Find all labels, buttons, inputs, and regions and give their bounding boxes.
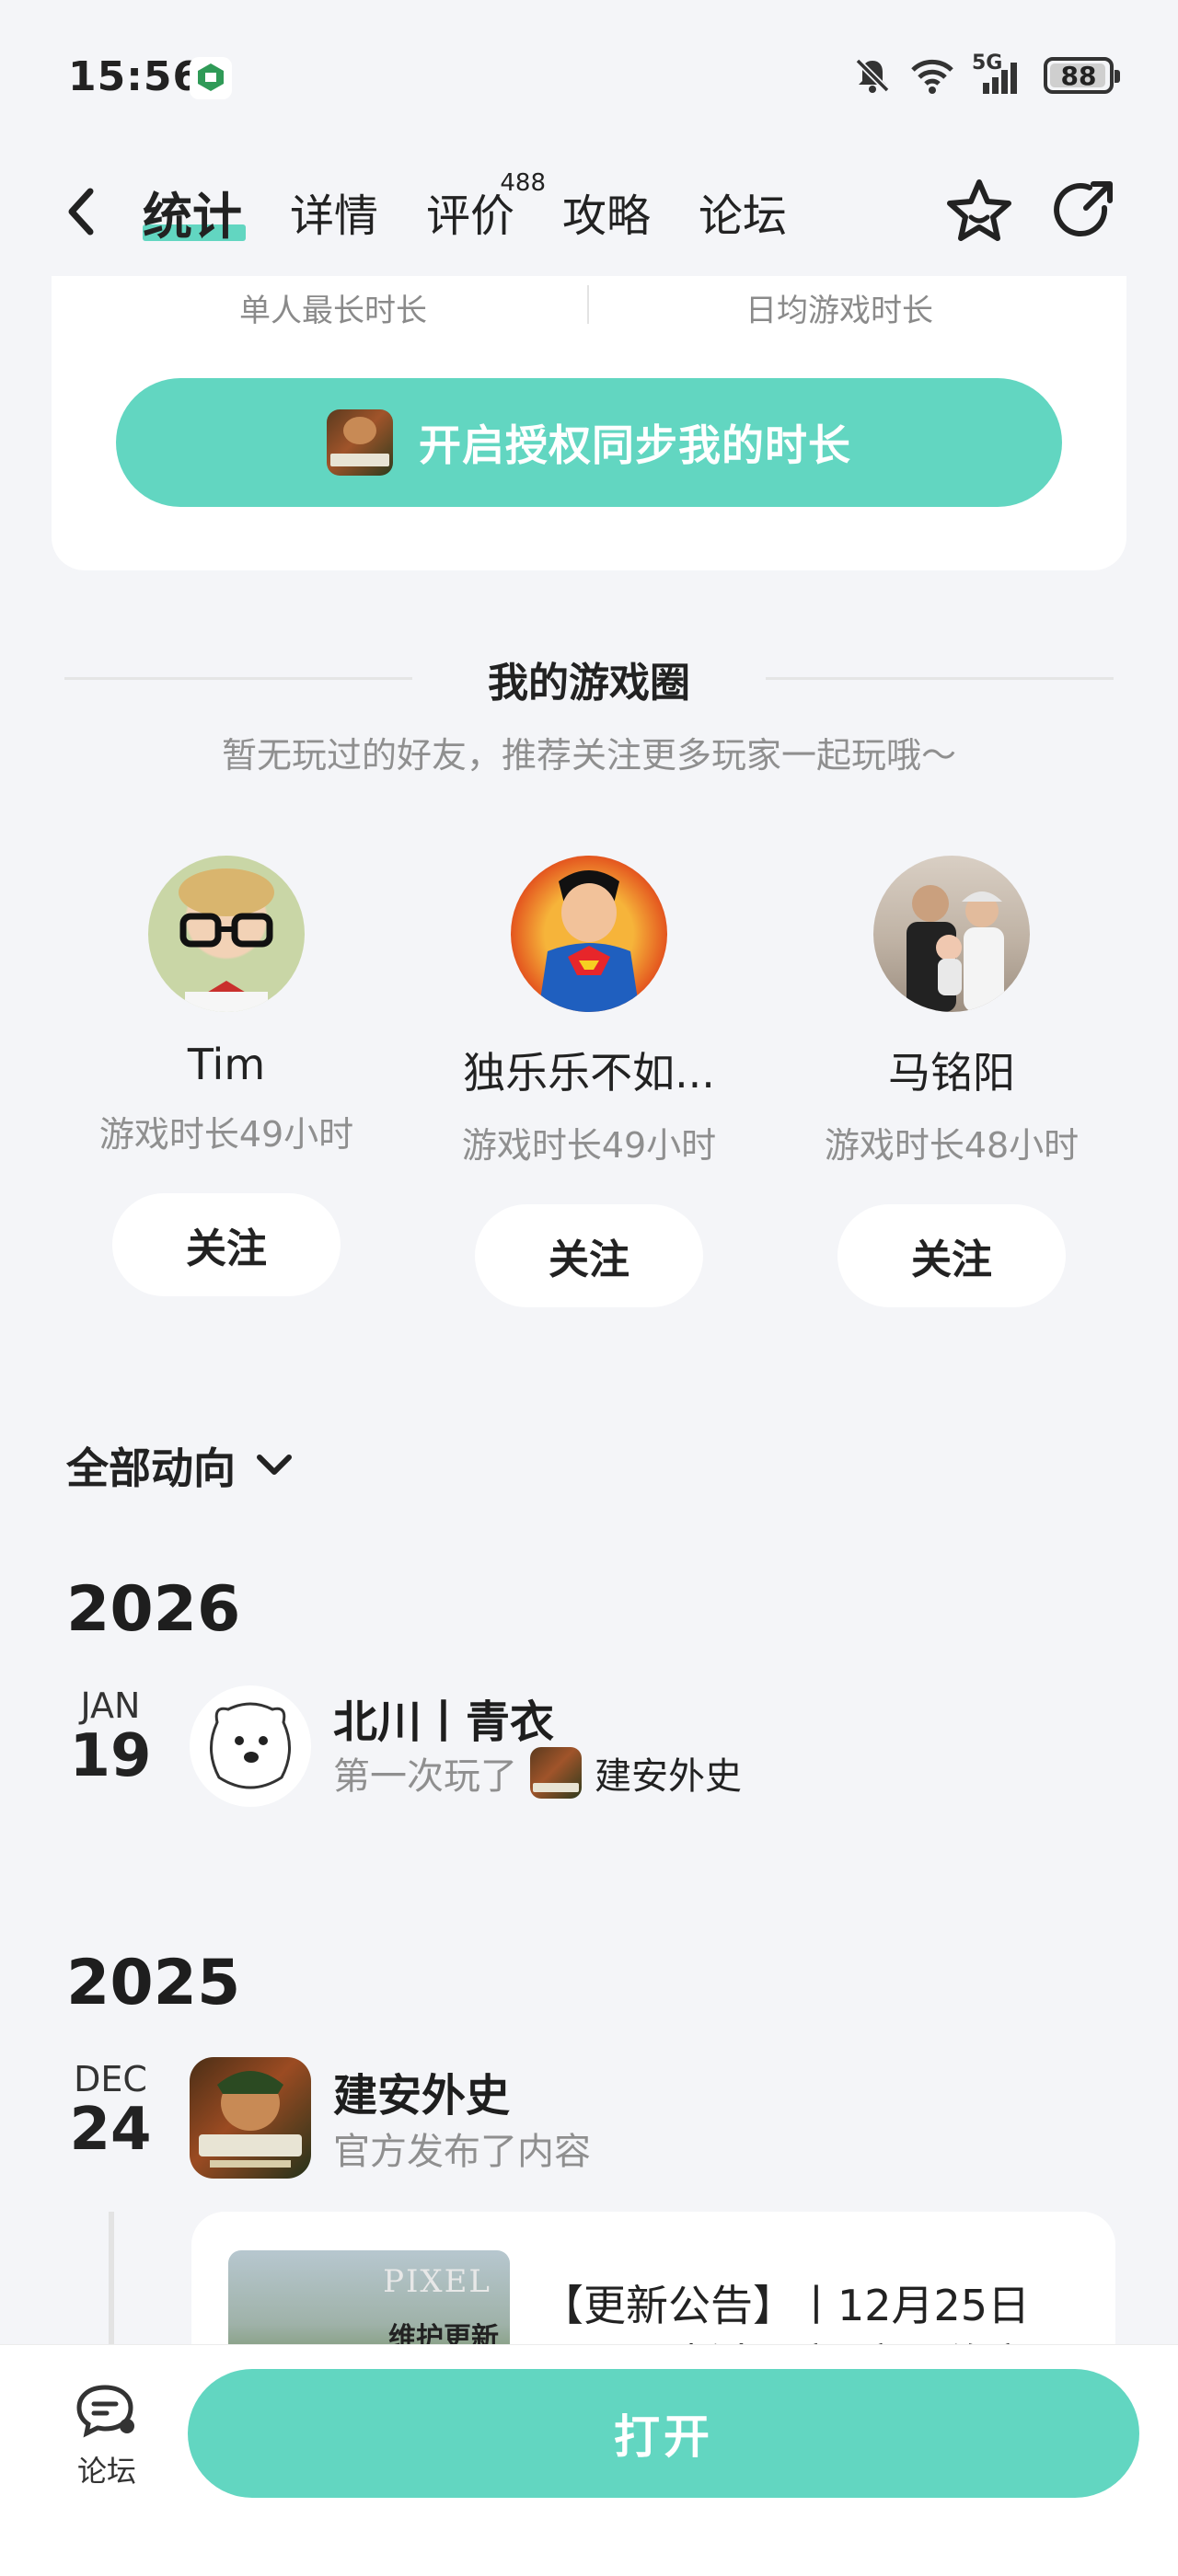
share-icon [1054, 181, 1113, 237]
friend-name: Tim [187, 1040, 266, 1089]
game-avatar[interactable] [190, 2057, 311, 2179]
friend-name: 独乐乐不如... [463, 1048, 715, 1098]
signal-icon: 5G [972, 52, 1027, 96]
post-image-brand: PIXEL [383, 2263, 491, 2300]
forum-chat-icon [76, 2385, 134, 2438]
feed-day: 24 [69, 2096, 152, 2164]
share-button[interactable] [1045, 175, 1119, 248]
feed-user-name[interactable]: 建安外史 [333, 2059, 510, 2123]
stat-divider [587, 285, 589, 324]
daily-average-label: 日均游戏时长 [745, 293, 933, 329]
year-heading: 2025 [66, 1947, 241, 2019]
tab-reviews[interactable]: 评价 488 [426, 169, 546, 248]
feed-user-name[interactable]: 北川丨青衣 [333, 1685, 554, 1750]
avatar[interactable] [148, 856, 305, 1012]
feed-filter-dropdown[interactable]: 全部动向 [66, 1435, 294, 1496]
year-heading: 2026 [66, 1573, 241, 1646]
avatar[interactable] [873, 856, 1030, 1012]
review-count-badge: 488 [500, 169, 547, 197]
tab-guides[interactable]: 攻略 [562, 175, 651, 248]
user-avatar[interactable] [190, 1685, 311, 1807]
status-icons: 5G 88 [852, 52, 1120, 96]
wifi-icon [911, 59, 953, 94]
avatar[interactable] [511, 856, 667, 1012]
feed-game-name[interactable]: 建安外史 [595, 1746, 742, 1800]
chevron-down-icon [257, 1455, 292, 1475]
feed-date: DEC 24 [55, 2059, 166, 2164]
status-time: 15:56 [68, 53, 202, 100]
star-icon [947, 179, 1011, 241]
feed-filter-label: 全部动向 [66, 1443, 236, 1493]
top-navigation: 统计 详情 评价 488 攻略 论坛 [0, 156, 1178, 285]
follow-button[interactable]: 关注 [475, 1204, 703, 1307]
bell-off-icon [855, 58, 890, 93]
battery-level: 88 [1060, 60, 1097, 91]
open-game-button[interactable]: 打开 [188, 2369, 1139, 2498]
back-arrow-icon [68, 188, 94, 236]
game-icon [530, 1747, 582, 1799]
feed-month: JAN [80, 1685, 141, 1726]
longest-session-label: 单人最长时长 [239, 293, 427, 329]
playtime-card: 单人最长时长 日均游戏时长 开启授权同步我的时长 [52, 276, 1126, 570]
tab-details[interactable]: 详情 [290, 175, 378, 248]
feed-action: 第一次玩了 [333, 1755, 517, 1798]
section-divider-right [766, 677, 1114, 680]
feed-date: JAN 19 [55, 1685, 166, 1790]
friend-name: 马铭阳 [888, 1048, 1015, 1098]
friend-card: Tim 游戏时长49小时 关注 [79, 856, 374, 1296]
status-bar: 15:56 5G 88 [0, 0, 1178, 156]
follow-button[interactable]: 关注 [837, 1204, 1066, 1307]
friend-card: 马铭阳 游戏时长48小时 关注 [804, 856, 1099, 1307]
tab-forum[interactable]: 论坛 [699, 175, 787, 248]
tab-stats[interactable]: 统计 [143, 175, 246, 248]
battery-icon: 88 [1044, 57, 1120, 94]
friend-playtime: 游戏时长49小时 [461, 1125, 717, 1166]
feed-action: 官方发布了内容 [333, 2131, 591, 2173]
tab-bar: 统计 详情 评价 488 攻略 论坛 [143, 169, 835, 248]
friend-playtime: 游戏时长49小时 [98, 1114, 354, 1155]
bottom-action-bar: 论坛 打开 [0, 2344, 1178, 2576]
back-button[interactable] [63, 179, 109, 244]
feed-day: 19 [69, 1722, 152, 1790]
game-stats-page: 15:56 5G 88 统计 详情 评价 488 攻略 论坛 单人最长时长 日均… [0, 0, 1178, 2576]
app-notification-icon [190, 57, 232, 99]
forum-tab-button[interactable]: 论坛 [61, 2382, 153, 2490]
follow-button[interactable]: 关注 [112, 1193, 341, 1296]
post-title: 【更新公告】丨12月25日 [541, 2281, 1031, 2330]
favorite-button[interactable] [942, 175, 1016, 248]
friend-playtime: 游戏时长48小时 [824, 1125, 1080, 1166]
friend-card: 独乐乐不如... 游戏时长49小时 关注 [442, 856, 736, 1307]
forum-tab-label: 论坛 [76, 2454, 136, 2489]
game-icon [327, 409, 393, 476]
feed-month: DEC [74, 2059, 147, 2099]
feed-activity: 第一次玩了 建安外史 [333, 1746, 742, 1800]
sync-playtime-button[interactable]: 开启授权同步我的时长 [116, 378, 1062, 507]
sync-button-label: 开启授权同步我的时长 [419, 420, 851, 470]
section-subtitle: 暂无玩过的好友，推荐关注更多玩家一起玩哦～ [221, 735, 956, 776]
